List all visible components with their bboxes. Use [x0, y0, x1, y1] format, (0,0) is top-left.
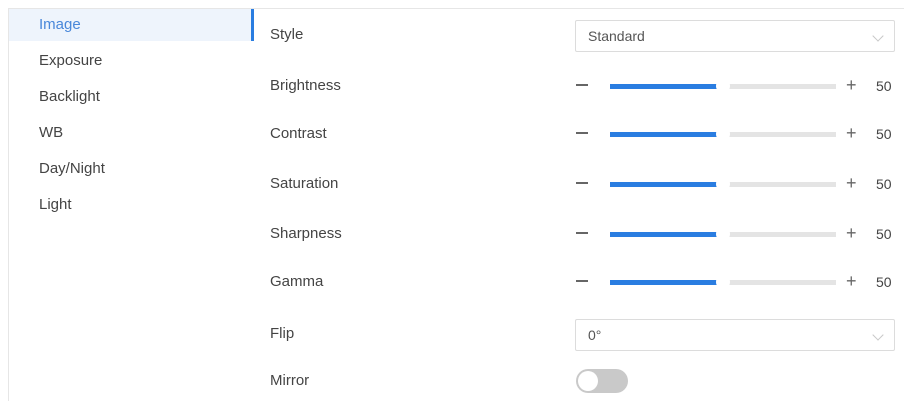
slider-handle[interactable]	[716, 79, 730, 93]
minus-icon[interactable]	[576, 84, 588, 86]
toggle-knob	[578, 371, 598, 391]
mirror-toggle[interactable]	[576, 369, 628, 393]
chevron-down-icon	[872, 329, 884, 341]
contrast-row: Contrast + 50	[270, 114, 904, 154]
saturation-slider[interactable]	[610, 176, 836, 192]
plus-icon[interactable]: +	[846, 123, 857, 143]
plus-icon[interactable]: +	[846, 223, 857, 243]
sidebar: Image Exposure Backlight WB Day/Night Li…	[9, 9, 254, 400]
slider-fill	[610, 280, 723, 285]
brightness-row: Brightness + 50	[270, 66, 904, 106]
slider-fill	[610, 182, 723, 187]
brightness-slider[interactable]	[610, 78, 836, 94]
gamma-label: Gamma	[270, 273, 324, 290]
chevron-down-icon	[872, 30, 884, 42]
contrast-label: Contrast	[270, 125, 327, 142]
minus-icon[interactable]	[576, 232, 588, 234]
flip-label: Flip	[270, 325, 295, 342]
saturation-row: Saturation + 50	[270, 164, 904, 204]
slider-fill	[610, 232, 723, 237]
minus-icon[interactable]	[576, 182, 588, 184]
slider-handle[interactable]	[716, 275, 730, 289]
sidebar-item-wb[interactable]: WB	[9, 115, 254, 151]
contrast-slider[interactable]	[610, 126, 836, 142]
style-row: Style Standard	[270, 15, 904, 55]
style-value: Standard	[588, 28, 645, 44]
slider-fill	[610, 132, 723, 137]
slider-handle[interactable]	[716, 177, 730, 191]
slider-fill	[610, 84, 723, 89]
saturation-value: 50	[876, 176, 892, 192]
sharpness-slider[interactable]	[610, 226, 836, 242]
minus-icon[interactable]	[576, 132, 588, 134]
gamma-value: 50	[876, 274, 892, 290]
brightness-value: 50	[876, 78, 892, 94]
sharpness-value: 50	[876, 226, 892, 242]
sidebar-item-light[interactable]: Light	[9, 187, 254, 223]
style-label: Style	[270, 26, 304, 43]
brightness-label: Brightness	[270, 77, 341, 94]
plus-icon[interactable]: +	[846, 75, 857, 95]
flip-value: 0°	[588, 327, 602, 343]
flip-row: Flip 0°	[270, 314, 904, 354]
plus-icon[interactable]: +	[846, 271, 857, 291]
sharpness-label: Sharpness	[270, 225, 342, 242]
slider-handle[interactable]	[716, 227, 730, 241]
sidebar-item-backlight[interactable]: Backlight	[9, 79, 254, 115]
flip-select[interactable]: 0°	[575, 319, 895, 351]
style-select[interactable]: Standard	[575, 20, 895, 52]
mirror-row: Mirror	[270, 361, 904, 401]
gamma-slider[interactable]	[610, 274, 836, 290]
sidebar-item-day-night[interactable]: Day/Night	[9, 151, 254, 187]
slider-handle[interactable]	[716, 127, 730, 141]
minus-icon[interactable]	[576, 280, 588, 282]
mirror-label: Mirror	[270, 372, 310, 389]
sidebar-item-image[interactable]: Image	[9, 9, 254, 41]
image-settings-panel: Style Standard Brightness + 50 Contrast …	[270, 9, 904, 401]
sidebar-item-exposure[interactable]: Exposure	[9, 43, 254, 79]
sharpness-row: Sharpness + 50	[270, 214, 904, 254]
saturation-label: Saturation	[270, 175, 339, 192]
contrast-value: 50	[876, 126, 892, 142]
plus-icon[interactable]: +	[846, 173, 857, 193]
gamma-row: Gamma + 50	[270, 262, 904, 302]
